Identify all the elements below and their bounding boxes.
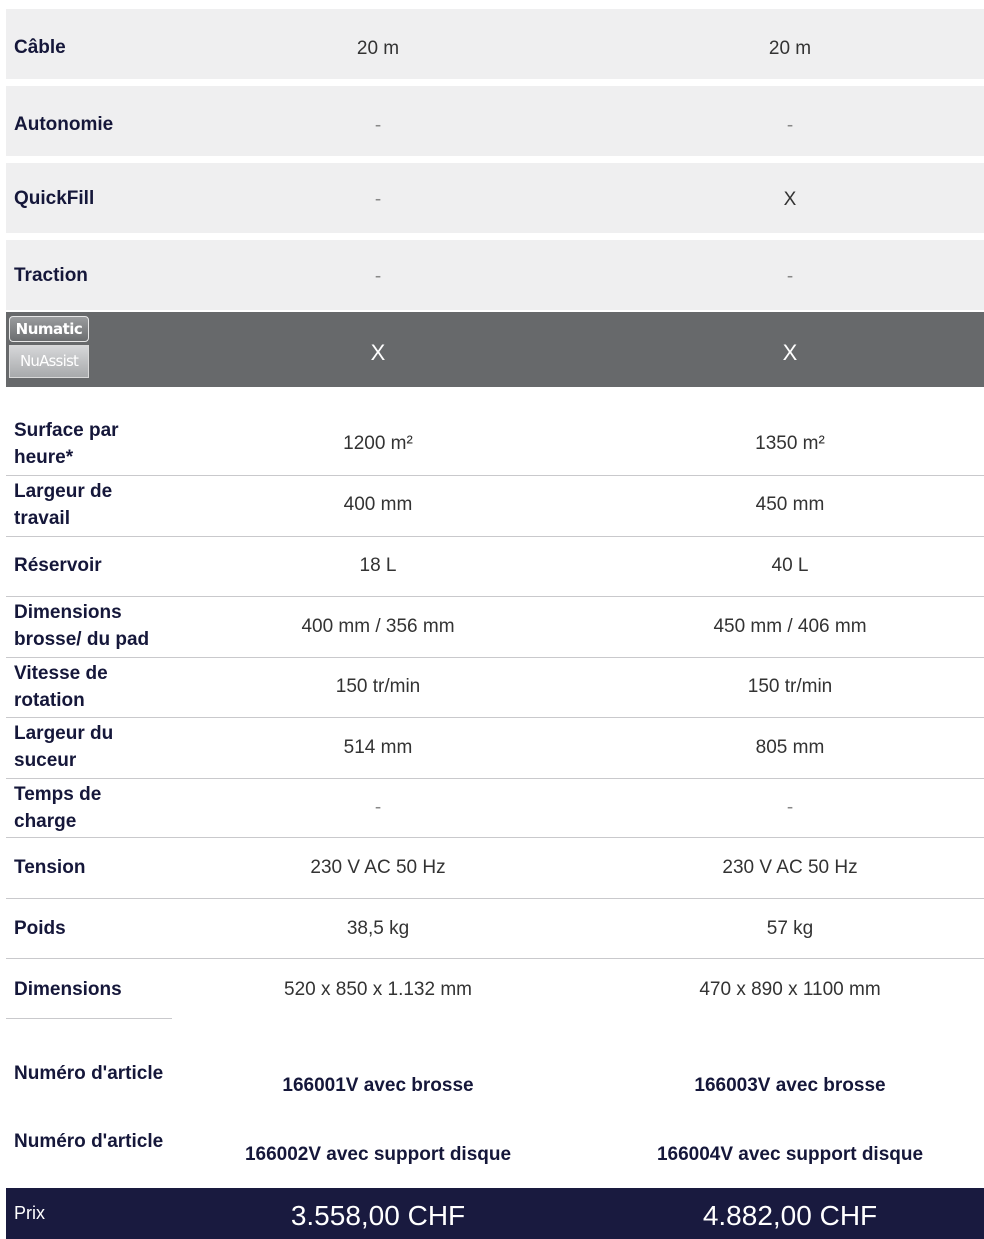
spec-label: Vitesse de rotation	[14, 663, 108, 711]
nuassist-logo-text: NuAssist	[9, 345, 89, 378]
spec-label: Poids	[14, 918, 66, 939]
nuassist-value: X	[370, 340, 386, 365]
spec-value: 18 L	[359, 555, 397, 576]
spec-label: Réservoir	[14, 555, 102, 576]
feature-value: -	[374, 115, 382, 136]
spec-value: 514 mm	[343, 737, 413, 758]
article-label: Numéro d'article	[14, 1063, 164, 1084]
spec-value: -	[374, 797, 382, 818]
spec-value: 57 kg	[766, 918, 814, 939]
article-value: 166002V avec support disque	[244, 1144, 512, 1165]
price-label: Prix	[14, 1203, 45, 1223]
feature-label: QuickFill	[14, 188, 95, 209]
feature-label: Traction	[14, 265, 88, 286]
numatic-logo-text: Numatic	[9, 316, 89, 342]
feature-value: -	[786, 115, 794, 136]
spec-value: 450 mm	[755, 494, 825, 515]
feature-value: 20 m	[768, 38, 812, 59]
feature-value: X	[783, 189, 797, 210]
spec-label: Dimensions	[14, 979, 122, 1000]
feature-label: Autonomie	[14, 114, 114, 135]
row-divider	[6, 475, 984, 476]
row-divider	[6, 1018, 172, 1019]
spec-value: 470 x 890 x 1100 mm	[699, 979, 881, 1000]
price-value: 4.882,00 CHF	[702, 1200, 878, 1231]
row-divider	[6, 898, 984, 899]
feature-value: -	[374, 266, 382, 287]
spec-value: 400 mm / 356 mm	[301, 616, 455, 637]
spec-value: -	[786, 797, 794, 818]
spec-value: 40 L	[771, 555, 809, 576]
nuassist-value: X	[782, 340, 798, 365]
spec-value: 38,5 kg	[346, 918, 410, 939]
row-divider	[6, 536, 984, 537]
row-divider	[6, 596, 984, 597]
spec-label: Dimensions brosse/ du pad	[14, 602, 150, 650]
nuassist-logo: Numatic NuAssist	[6, 314, 89, 381]
row-divider	[6, 778, 984, 779]
spec-value: 230 V AC 50 Hz	[722, 857, 858, 878]
row-divider	[6, 657, 984, 658]
article-value: 166001V avec brosse	[282, 1075, 474, 1096]
article-value: 166004V avec support disque	[656, 1144, 924, 1165]
article-value: 166003V avec brosse	[694, 1075, 886, 1096]
spec-value: 230 V AC 50 Hz	[310, 857, 446, 878]
feature-value: -	[786, 266, 794, 287]
spec-value: 805 mm	[755, 737, 825, 758]
spec-label: Largeur de travail	[14, 481, 113, 529]
spec-value: 150 tr/min	[335, 676, 421, 697]
spec-label: Surface par heure*	[14, 420, 119, 468]
spec-label: Tension	[14, 857, 86, 878]
row-divider	[6, 958, 984, 959]
spec-value: 1200 m²	[343, 433, 413, 454]
article-label: Numéro d'article	[14, 1131, 164, 1152]
spec-value: 450 mm / 406 mm	[713, 616, 867, 637]
price-value: 3.558,00 CHF	[290, 1200, 466, 1231]
row-divider	[6, 837, 984, 838]
feature-label: Câble	[14, 37, 66, 58]
spec-table: Câble 20 m 20 m Autonomie - - QuickFill …	[0, 0, 984, 1239]
feature-value: -	[374, 189, 382, 210]
spec-label: Temps de charge	[14, 784, 102, 832]
spec-label: Largeur du suceur	[14, 723, 114, 771]
spec-value: 1350 m²	[755, 433, 825, 454]
spec-value: 150 tr/min	[747, 676, 833, 697]
spec-value: 400 mm	[343, 494, 413, 515]
row-divider	[6, 717, 984, 718]
feature-value: 20 m	[356, 38, 400, 59]
spec-value: 520 x 850 x 1.132 mm	[284, 979, 472, 1000]
